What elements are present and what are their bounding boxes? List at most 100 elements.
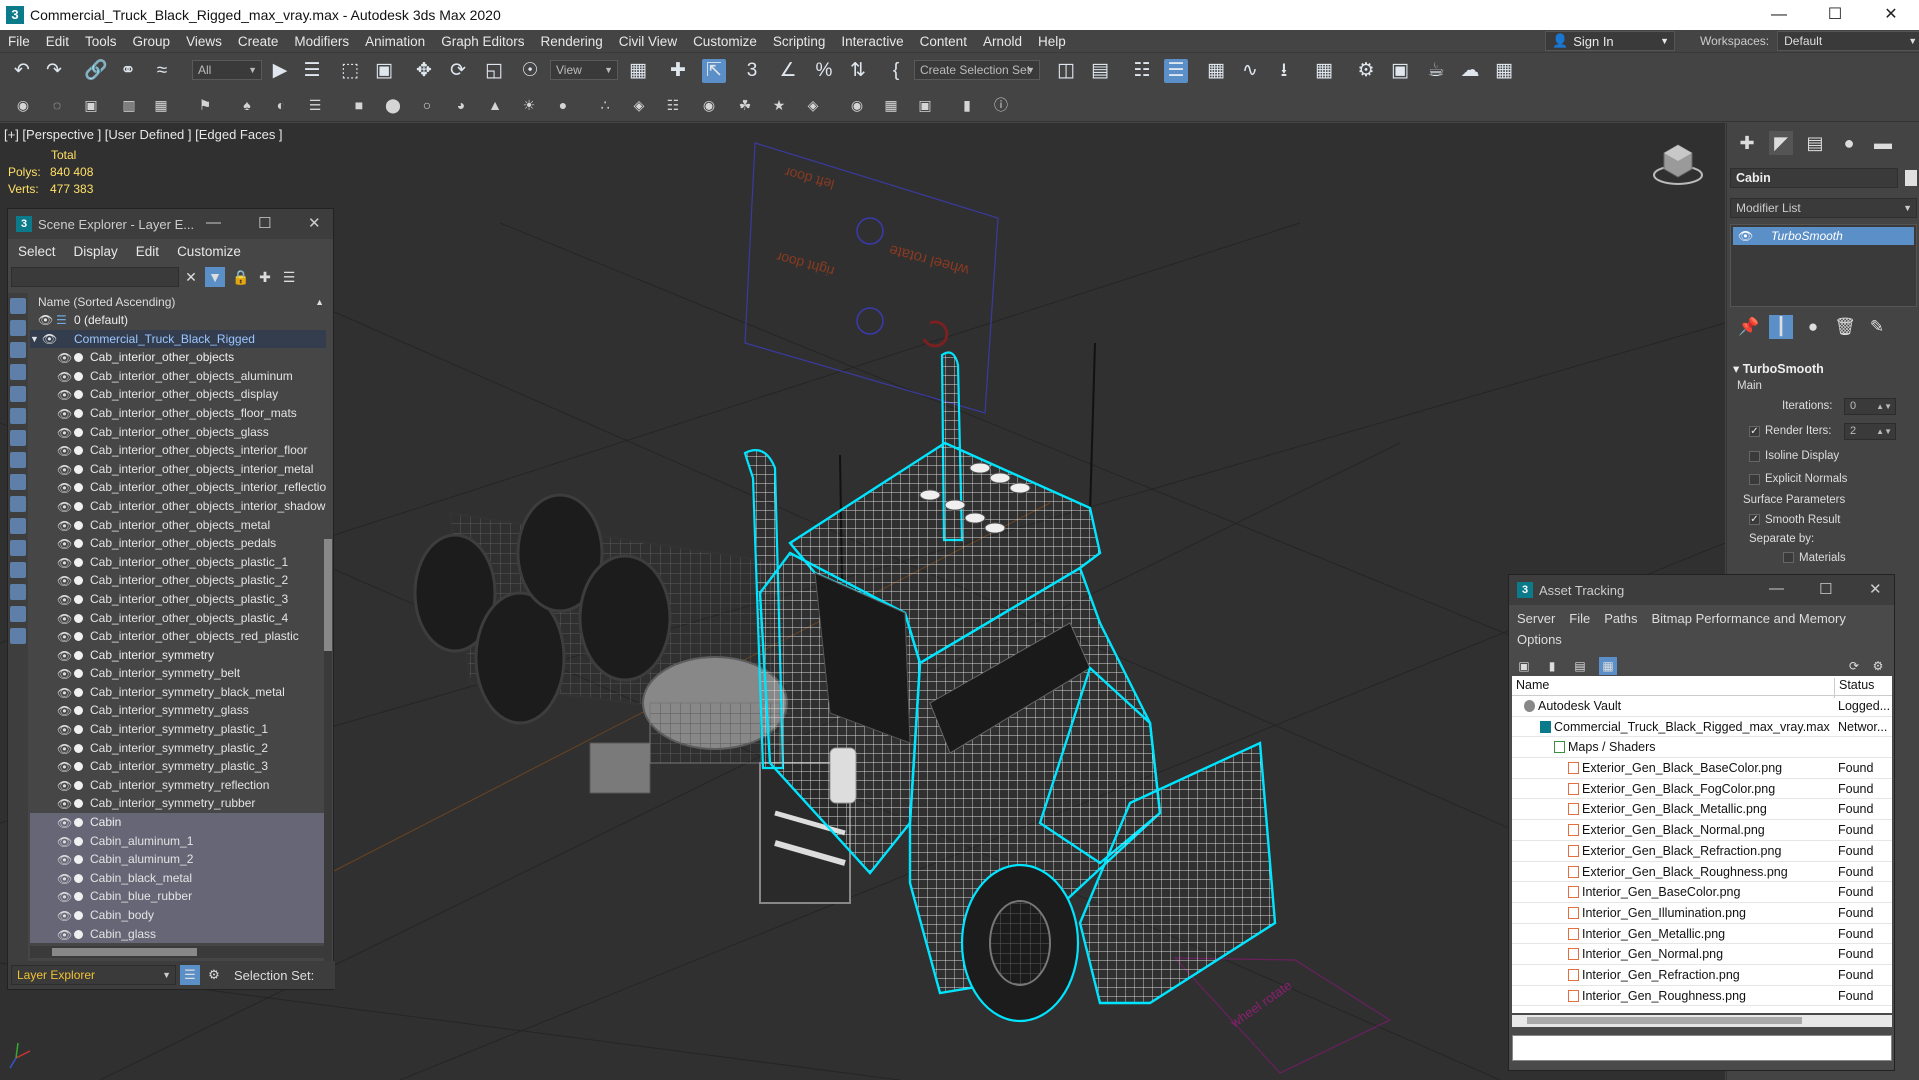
settings-icon[interactable]: ⚙ <box>1869 657 1887 675</box>
sign-in-dropdown[interactable]: 👤 Sign In ▼ <box>1545 31 1675 51</box>
menu-file[interactable]: File <box>0 34 38 49</box>
minimize-button[interactable]: — <box>1769 580 1784 597</box>
vertical-scrollbar[interactable] <box>324 539 332 967</box>
filter-containers-icon[interactable] <box>10 496 26 512</box>
at-menu-bitmap-performance[interactable]: Bitmap Performance and Memory <box>1652 611 1846 626</box>
render-toggle-icon[interactable] <box>74 706 83 716</box>
render-toggle-icon[interactable] <box>74 669 83 679</box>
eye-icon[interactable]: 👁 <box>57 721 72 740</box>
select-manipulate-icon[interactable]: ✚ <box>666 59 690 83</box>
hierarchy-tab-icon[interactable]: ▤ <box>1803 131 1827 155</box>
modifier-list-dropdown[interactable]: Modifier List ▼ <box>1730 198 1917 218</box>
eye-icon[interactable]: 👁 <box>57 758 72 777</box>
cylinder-icon[interactable]: ▥ <box>120 96 138 114</box>
rectangular-selection-icon[interactable]: ⬚ <box>338 59 362 83</box>
sun-icon[interactable]: ☀ <box>520 96 538 114</box>
asset-row[interactable]: Maps / Shaders <box>1512 737 1892 759</box>
spinner-snap-icon[interactable]: ⇅ <box>846 59 870 83</box>
viewport-label[interactable]: [+] [Perspective ] [User Defined ] [Edge… <box>4 127 283 142</box>
filter-invert-icon[interactable] <box>10 606 26 622</box>
menu-scripting[interactable]: Scripting <box>765 34 834 49</box>
at-menu-file[interactable]: File <box>1569 611 1590 626</box>
menu-arnold[interactable]: Arnold <box>975 34 1030 49</box>
bones-icon[interactable]: ☷ <box>664 96 682 114</box>
scene-object-row[interactable]: 👁 Cab_interior_other_objects_glass <box>30 423 326 442</box>
wheel-rotate-control[interactable]: wheel rotate <box>1173 957 1392 1074</box>
column-name[interactable]: Name <box>1516 678 1549 692</box>
filter-none-icon[interactable] <box>10 584 26 600</box>
hierarchy-icon[interactable]: ⚙ <box>204 965 224 985</box>
eye-icon[interactable]: 👁 <box>57 814 72 833</box>
scene-states-icon[interactable]: ▦ <box>882 96 900 114</box>
named-selection-sets-dropdown[interactable]: Create Selection Set ▼ <box>914 60 1040 80</box>
redo-icon[interactable]: ↷ <box>42 59 66 83</box>
scene-object-row[interactable]: 👁 Cab_interior_other_objects_pedals <box>30 534 326 553</box>
eye-icon[interactable]: 👁 <box>57 907 72 926</box>
asset-row[interactable]: Commercial_Truck_Black_Rigged_max_vray.m… <box>1512 717 1892 738</box>
window-crossing-icon[interactable]: ▣ <box>372 59 396 83</box>
filter-all-icon[interactable] <box>10 562 26 578</box>
move-icon[interactable]: ✥ <box>412 59 436 83</box>
isoline-display-checkbox[interactable] <box>1749 451 1760 462</box>
scene-object-row[interactable]: 👁 Cabin <box>30 813 326 832</box>
filter-hidden-icon[interactable] <box>10 540 26 556</box>
render-toggle-icon[interactable] <box>74 743 83 753</box>
scene-object-row[interactable]: 👁 Cabin_glass <box>30 924 326 943</box>
bowl-icon[interactable]: ◕ <box>452 96 470 114</box>
at-menu-options[interactable]: Options <box>1517 632 1562 647</box>
eye-icon[interactable]: 👁 <box>57 386 72 405</box>
scene-object-row[interactable]: 👁 Cab_interior_symmetry_belt <box>30 664 326 683</box>
select-by-name-icon[interactable]: ☰ <box>300 59 324 83</box>
explorer-type-dropdown[interactable]: Layer Explorer ▼ <box>11 965 176 985</box>
box-icon[interactable]: ▣ <box>82 96 100 114</box>
snapshot-icon[interactable]: ▮ <box>958 96 976 114</box>
minimize-button[interactable]: — <box>206 214 221 231</box>
pin-stack-icon[interactable]: 📌 <box>1737 315 1761 339</box>
eye-icon[interactable]: 👁 <box>57 628 72 647</box>
eye-icon[interactable]: 👁 <box>57 498 72 517</box>
eye-icon[interactable]: 👁 <box>57 424 72 443</box>
spinner-arrows-icon[interactable]: ▲▼ <box>1876 424 1892 439</box>
scene-object-row[interactable]: 👁 Cab_interior_other_objects_interior_ref… <box>30 478 326 497</box>
eye-icon[interactable]: 👁 <box>57 368 72 387</box>
eye-icon[interactable]: 👁 <box>57 461 72 480</box>
menu-animation[interactable]: Animation <box>357 34 433 49</box>
modify-tab-icon[interactable]: ◤ <box>1769 131 1793 155</box>
bind-space-warp-icon[interactable]: ≈ <box>150 59 174 83</box>
eye-icon[interactable]: 👁 <box>1738 227 1753 245</box>
filter-shapes-icon[interactable] <box>10 320 26 336</box>
render-toggle-icon[interactable] <box>74 911 83 920</box>
filter-icon[interactable]: ▼ <box>205 267 225 287</box>
se-menu-display[interactable]: Display <box>74 244 118 259</box>
scene-object-row[interactable]: 👁 Cab_interior_symmetry_glass <box>30 701 326 720</box>
scene-object-row[interactable]: 👁 Cab_interior_other_objects_metal <box>30 516 326 535</box>
render-toggle-icon[interactable] <box>74 390 83 400</box>
placement-icon[interactable]: ☉ <box>518 59 542 83</box>
add-layer-icon[interactable]: ✚ <box>255 267 275 287</box>
asset-row[interactable]: Exterior_Gen_Black_Roughness.png Found <box>1512 862 1892 883</box>
asset-row[interactable]: Interior_Gen_Metallic.png Found <box>1512 924 1892 945</box>
asset-row[interactable]: Exterior_Gen_Black_Metallic.png Found <box>1512 799 1892 821</box>
half-circle-icon[interactable]: ◐ <box>272 96 290 114</box>
maximize-button[interactable]: ☐ <box>1819 580 1832 598</box>
eye-icon[interactable]: 👁 <box>57 572 72 591</box>
eye-icon[interactable]: 👁 <box>57 442 72 461</box>
menu-views[interactable]: Views <box>178 34 230 49</box>
menu-civil-view[interactable]: Civil View <box>611 34 685 49</box>
render-toggle-icon[interactable] <box>74 371 83 381</box>
eye-icon[interactable]: 👁 <box>57 647 72 666</box>
eye-icon[interactable]: 👁 <box>57 535 72 554</box>
asset-row[interactable]: Exterior_Gen_Black_BaseColor.png Found <box>1512 758 1892 779</box>
scene-object-row[interactable]: 👁 Cab_interior_symmetry_rubber <box>30 794 326 813</box>
scene-object-row[interactable]: 👁 Cab_interior_other_objects_plastic_3 <box>30 590 326 609</box>
smooth-result-checkbox[interactable]: ✓ <box>1749 514 1760 525</box>
scene-object-row[interactable]: 👁 Cab_interior_symmetry_black_metal <box>30 683 326 702</box>
se-menu-select[interactable]: Select <box>18 244 56 259</box>
scene-object-row[interactable]: 👁 Cab_interior_symmetry <box>30 646 326 665</box>
scene-object-row[interactable]: 👁 Cab_interior_symmetry_plastic_3 <box>30 757 326 776</box>
clear-search-icon[interactable]: ✕ <box>181 267 201 287</box>
select-object-icon[interactable]: ▶ <box>268 59 292 83</box>
eye-icon[interactable]: 👁 <box>57 702 72 721</box>
toggle-layer-explorer-icon[interactable]: ☰ <box>1164 59 1188 83</box>
minimize-button[interactable]: — <box>1751 0 1807 30</box>
